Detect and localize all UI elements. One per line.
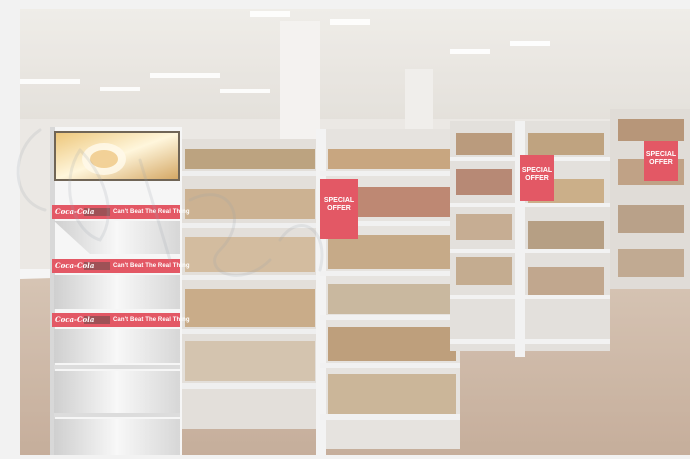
- special-offer-sign-text-3: SPECIAL OFFER: [645, 151, 677, 166]
- photo-haze: [20, 9, 690, 455]
- store-photo: Coca-Cola Can't Beat The Real Thing Coca…: [0, 0, 690, 459]
- special-offer-sign-text-1: SPECIAL OFFER: [323, 197, 355, 212]
- banner-tagline-1: Can't Beat The Real Thing: [113, 209, 190, 215]
- special-offer-sign-text-2: SPECIAL OFFER: [521, 167, 553, 182]
- brand-logo-2: Coca-Cola: [55, 261, 95, 270]
- store-interior-illustration: [20, 9, 690, 455]
- brand-logo-3: Coca-Cola: [55, 315, 95, 324]
- banner-tagline-3: Can't Beat The Real Thing: [113, 317, 190, 323]
- banner-tagline-2: Can't Beat The Real Thing: [113, 263, 190, 269]
- brand-logo-1: Coca-Cola: [55, 207, 95, 216]
- photo-frame: Coca-Cola Can't Beat The Real Thing Coca…: [20, 9, 690, 455]
